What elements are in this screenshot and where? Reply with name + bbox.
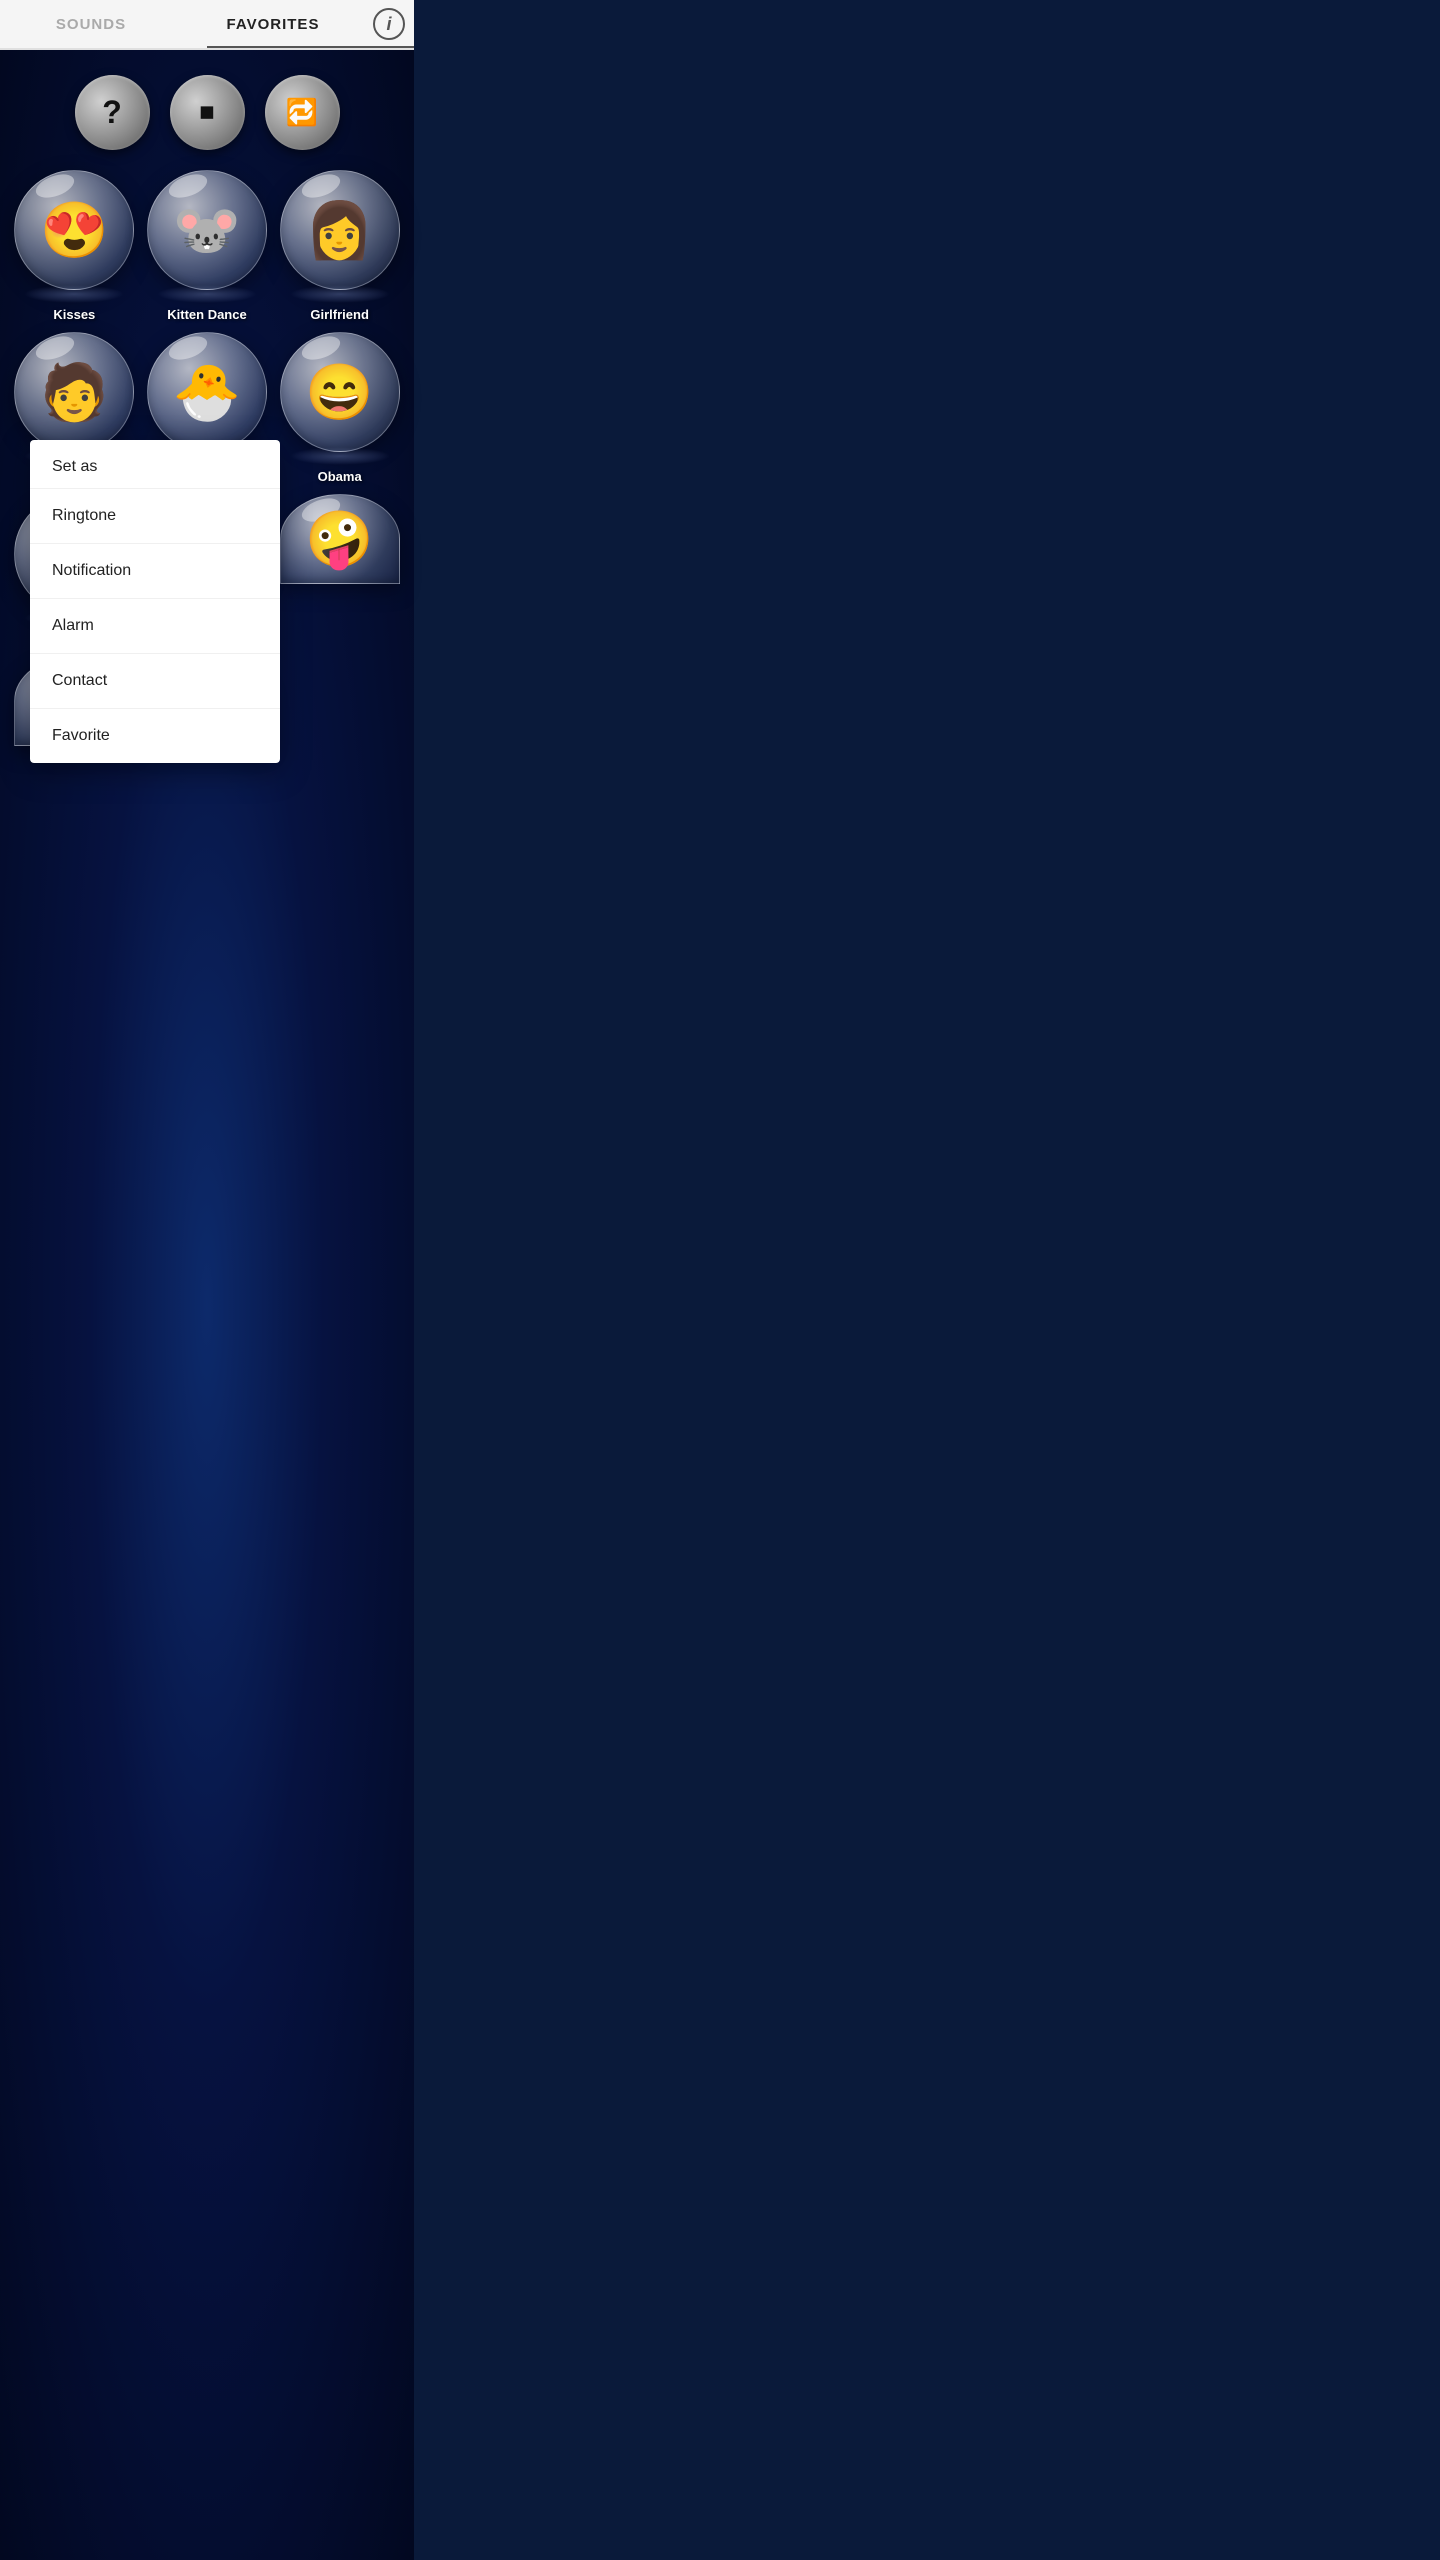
popup-item-favorite[interactable]: Favorite: [30, 708, 280, 763]
sound-label-girlfriend: Girlfriend: [310, 307, 369, 322]
tab-active-indicator: [207, 46, 414, 48]
tab-bar: SOUNDS FAVORITES i: [0, 0, 414, 50]
sound-bubble-girlfriend: 👩: [280, 170, 400, 290]
sound-item-bottom1[interactable]: 🤪: [278, 494, 401, 646]
sound-item-obama[interactable]: 😄 Obama: [278, 332, 401, 484]
popup-item-ringtone[interactable]: Ringtone: [30, 488, 280, 543]
info-icon: i: [373, 8, 405, 40]
tab-favorites[interactable]: FAVORITES: [182, 2, 364, 47]
popup-item-alarm[interactable]: Alarm: [30, 598, 280, 653]
repeat-button[interactable]: 🔁: [265, 75, 340, 150]
sound-bubble-kisses: 😍: [14, 170, 134, 290]
popup-item-contact[interactable]: Contact: [30, 653, 280, 708]
tab-sounds[interactable]: SOUNDS: [0, 2, 182, 47]
sound-bubble-mushroom: 🧑: [14, 332, 134, 452]
sound-item-kitten-dance[interactable]: 🐭 Kitten Dance: [146, 170, 269, 322]
sound-label-kisses: Kisses: [53, 307, 95, 322]
sound-label-kitten-dance: Kitten Dance: [167, 307, 246, 322]
sound-bubble-obama: 😄: [280, 332, 400, 452]
info-button[interactable]: i: [364, 8, 414, 40]
help-icon: ?: [102, 94, 122, 131]
stop-icon: ⏹: [200, 96, 214, 129]
popup-header: Set as: [30, 440, 280, 488]
sound-bubble-kitten-dance: 🐭: [147, 170, 267, 290]
stop-button[interactable]: ⏹: [170, 75, 245, 150]
sound-label-obama: Obama: [318, 469, 362, 484]
repeat-icon: 🔁: [286, 97, 318, 128]
help-button[interactable]: ?: [75, 75, 150, 150]
controls-row: ? ⏹ 🔁: [5, 60, 409, 170]
popup-item-notification[interactable]: Notification: [30, 543, 280, 598]
sound-bubble-bottom1: 🤪: [280, 494, 400, 584]
main-content: ? ⏹ 🔁 😍 Kisses 🐭 Kitten Dance 👩: [0, 50, 414, 2560]
sound-bubble-ridiculous: 🐣: [147, 332, 267, 452]
sound-item-girlfriend[interactable]: 👩 Girlfriend: [278, 170, 401, 322]
popup-menu: Set as Ringtone Notification Alarm Conta…: [30, 440, 280, 763]
sound-item-kisses[interactable]: 😍 Kisses: [13, 170, 136, 322]
